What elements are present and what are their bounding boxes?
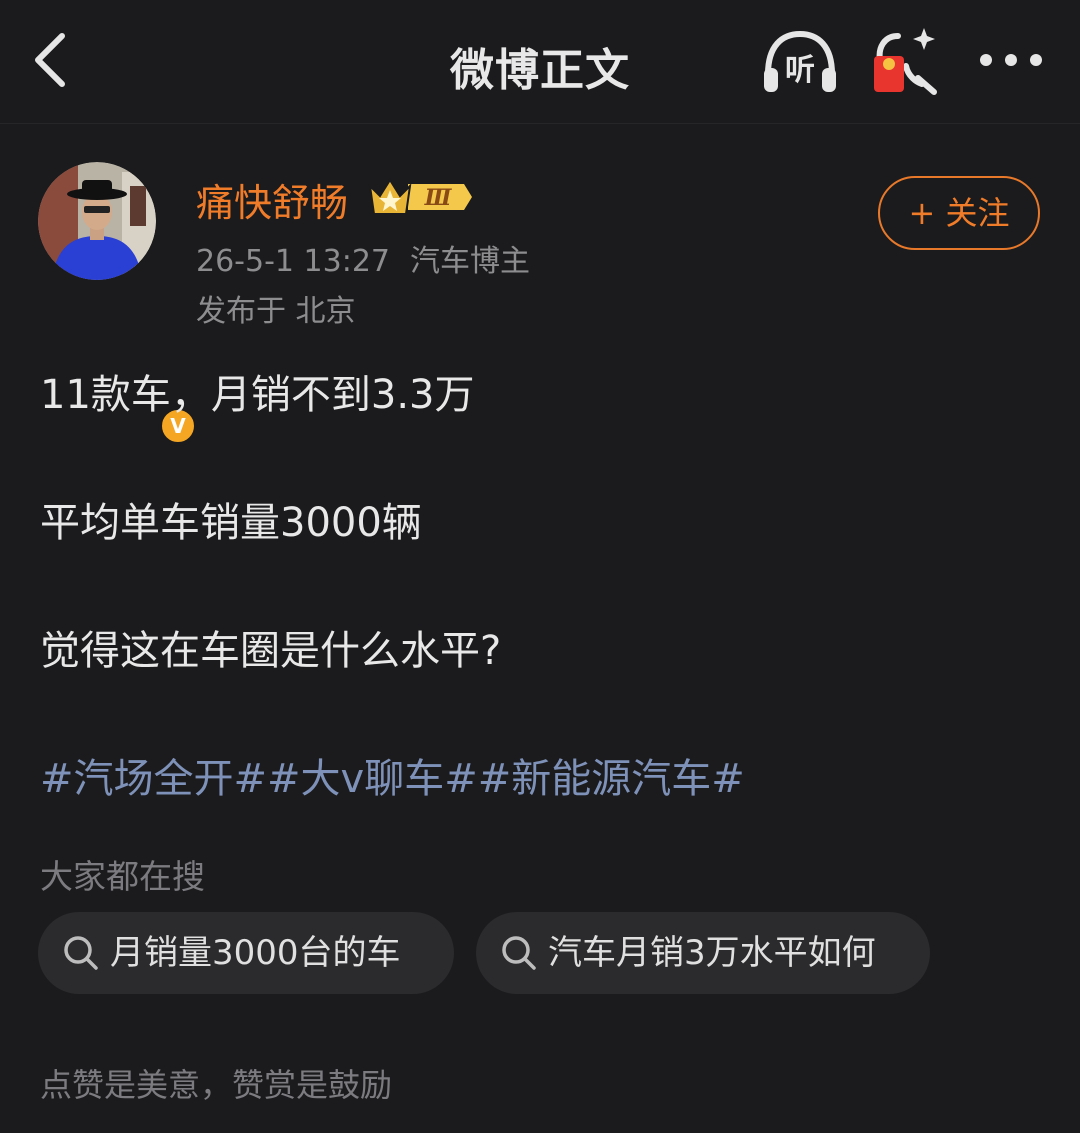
level-label: Ⅲ: [424, 185, 453, 211]
top-navigation-bar: 微博正文 听: [0, 0, 1080, 124]
post-text-line: 11款车，月销不到3.3万: [40, 372, 475, 418]
post-location: 发布于 北京: [196, 294, 356, 329]
hashtag-link[interactable]: #大v聊车#: [267, 756, 478, 802]
follow-button[interactable]: + 关注: [878, 176, 1040, 250]
red-packet-search-button[interactable]: [868, 26, 940, 96]
search-suggestion-chip[interactable]: 月销量3000台的车: [38, 912, 454, 994]
post-meta: 26-5-1 13:27 汽车博主: [196, 236, 530, 280]
search-icon: [64, 936, 98, 970]
hashtag-link[interactable]: #新能源汽车#: [478, 756, 745, 802]
post-text-line: 觉得这在车圈是什么水平?: [40, 628, 502, 674]
author-name[interactable]: 痛快舒畅: [196, 172, 348, 227]
search-suggestion-chip[interactable]: 汽车月销3万水平如何: [476, 912, 930, 994]
listen-label: 听: [785, 53, 815, 88]
listen-button[interactable]: 听: [760, 28, 840, 96]
reward-prompt: 点赞是美意，赞赏是鼓励: [40, 1066, 393, 1104]
trending-search-heading: 大家都在搜: [40, 857, 205, 896]
search-suggestion-text: 汽车月销3万水平如何: [548, 933, 876, 973]
avatar-photo: [38, 162, 156, 280]
member-level-badge[interactable]: Ⅲ: [368, 174, 476, 220]
listen-headphones-icon: 听: [764, 30, 836, 92]
hashtag-link[interactable]: #汽场全开#: [40, 756, 267, 802]
search-suggestion-text: 月销量3000台的车: [110, 933, 401, 973]
author-avatar[interactable]: V: [38, 162, 198, 446]
more-options-button[interactable]: [978, 40, 1044, 80]
red-packet-icon: [874, 28, 937, 95]
more-icon: [980, 54, 1042, 66]
post-text-line: 平均单车销量3000辆: [40, 500, 422, 546]
post-detail-page: 微博正文 听 V 痛快舒畅 Ⅲ 26-5-1 13:27 汽车博主 发布于 北京…: [0, 0, 1080, 1133]
hashtag-row: #汽场全开##大v聊车##新能源汽车#: [40, 746, 745, 804]
crown-icon: Ⅲ: [368, 178, 472, 215]
author-role: 汽车博主: [410, 244, 530, 279]
post-timestamp: 26-5-1 13:27: [196, 244, 390, 279]
search-icon: [502, 936, 536, 970]
